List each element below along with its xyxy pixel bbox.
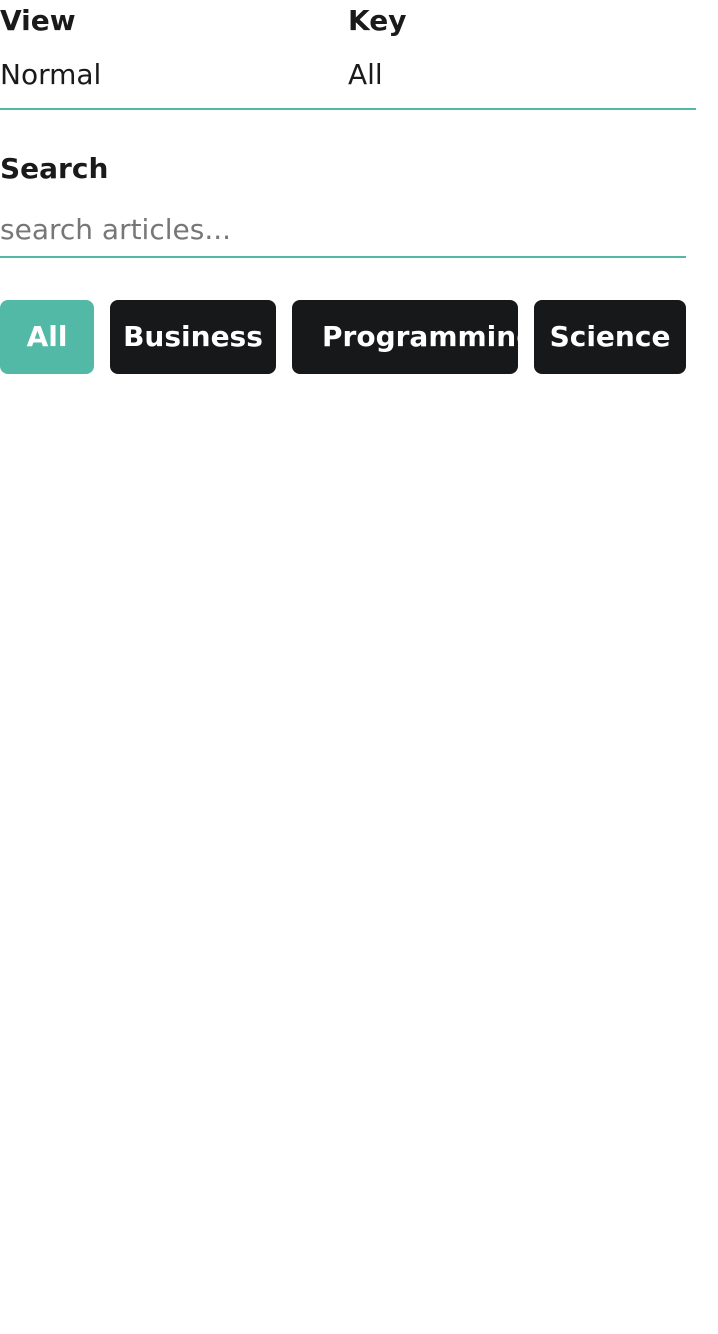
category-chip-all[interactable]: All <box>0 300 94 374</box>
view-filter-value[interactable]: Normal <box>0 58 101 92</box>
search-input[interactable] <box>0 202 686 258</box>
key-filter-value[interactable]: All <box>348 58 383 92</box>
category-chip-science[interactable]: Science <box>534 300 686 374</box>
page: View Normal Key All Search All Business … <box>0 0 718 1334</box>
search-label: Search <box>0 152 109 185</box>
category-chip-programming[interactable]: Programming <box>292 300 518 374</box>
view-filter-label: View <box>0 4 76 37</box>
search-block: Search <box>0 152 686 258</box>
category-chips: All Business Programming Science <box>0 300 700 374</box>
category-chip-business[interactable]: Business <box>110 300 276 374</box>
filters-row: View Normal Key All <box>0 0 696 110</box>
key-filter-label: Key <box>348 4 407 37</box>
